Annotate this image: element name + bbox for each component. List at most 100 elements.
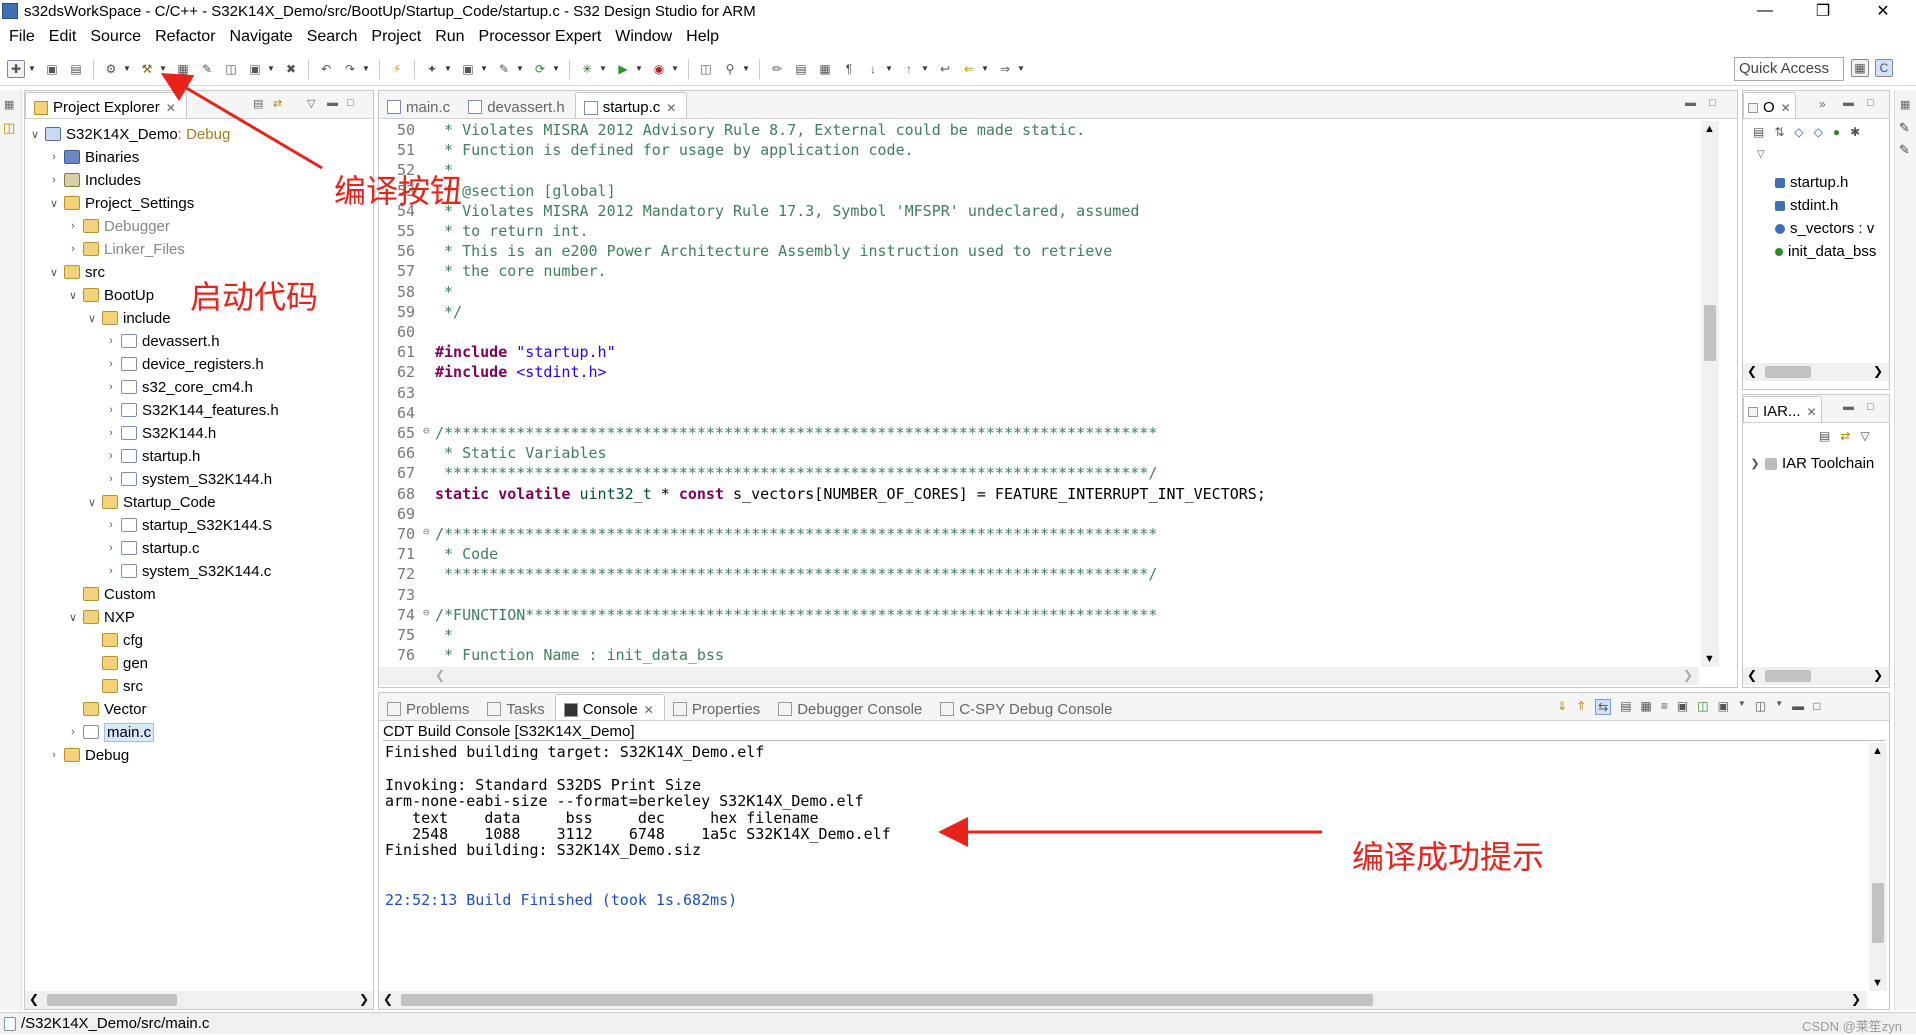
iar-h-scrollbar[interactable]: ❮ ❯ xyxy=(1743,667,1889,685)
menu-help[interactable]: Help xyxy=(679,28,726,46)
pin-console-icon[interactable]: ⇆ xyxy=(1595,699,1612,715)
open-perspective-icon[interactable]: ▦ xyxy=(1851,59,1869,77)
restore-icon[interactable]: ▦ xyxy=(1900,98,1910,111)
tree-item[interactable]: › s32_core_cm4.h xyxy=(105,376,253,398)
mark-occurrences-icon[interactable]: ▤ xyxy=(792,60,810,78)
quick-access-input[interactable]: Quick Access xyxy=(1734,57,1844,81)
undo-icon[interactable]: ↶ xyxy=(317,60,335,78)
scroll-right-icon[interactable]: ❯ xyxy=(1873,668,1883,682)
minimized-view-icon[interactable]: ✎ xyxy=(1899,120,1910,136)
editor-h-scrollbar[interactable]: ❮ ❯ xyxy=(379,667,1699,685)
tree-item[interactable]: › device_registers.h xyxy=(105,353,264,375)
minimize-icon[interactable]: ▬ xyxy=(1843,401,1854,413)
link-icon[interactable]: ⇄ xyxy=(1840,429,1850,443)
external-tools-icon[interactable]: ◉ xyxy=(650,60,668,78)
minimize-icon[interactable]: ▬ xyxy=(1843,97,1854,109)
collapse-icon[interactable]: ▤ xyxy=(1753,125,1764,139)
outline-item[interactable]: stdint.h xyxy=(1775,194,1876,217)
tab-tasks[interactable]: Tasks xyxy=(479,694,554,720)
block-select-icon[interactable]: ▦ xyxy=(816,60,834,78)
word-wrap-icon[interactable]: ▦ xyxy=(1641,699,1652,715)
view-menu-icon[interactable]: ▽ xyxy=(307,97,315,110)
chevron-down-icon[interactable]: ∨ xyxy=(67,289,79,302)
scroll-down-icon[interactable]: ▼ xyxy=(1872,977,1883,989)
back-dropdown-icon[interactable]: ▼ xyxy=(981,64,989,73)
tab-main-c[interactable]: main.c xyxy=(379,92,460,118)
chevron-right-icon[interactable]: › xyxy=(105,542,117,554)
prev-annotation-dropdown-icon[interactable]: ▼ xyxy=(921,64,929,73)
chevron-right-icon[interactable]: › xyxy=(105,473,117,485)
refresh-icon[interactable]: ⟳ xyxy=(531,60,549,78)
tree-item[interactable]: › system_S32K144.h xyxy=(105,468,272,490)
console-h-scrollbar[interactable]: ❮ ❯ xyxy=(379,991,1867,1009)
tab-iar[interactable]: IAR... ✕ xyxy=(1743,396,1822,422)
minimized-view-icon[interactable]: ✎ xyxy=(1899,142,1910,158)
tree-item[interactable]: › Linker_Files xyxy=(67,238,185,260)
menu-refactor[interactable]: Refactor xyxy=(148,28,222,46)
redo-icon[interactable]: ↷ xyxy=(341,60,359,78)
expand-arrow-icon[interactable]: ❯ xyxy=(1749,457,1761,470)
menu-navigate[interactable]: Navigate xyxy=(223,28,300,46)
tree-item[interactable]: src xyxy=(86,675,143,697)
tree-item[interactable]: ∨ S32K14X_Demo: Debug xyxy=(29,123,230,145)
menu-source[interactable]: Source xyxy=(83,28,148,46)
close-window-button[interactable]: ✕ xyxy=(1860,0,1906,22)
fold-toggle-icon[interactable]: ⊖ xyxy=(423,525,433,545)
external-tools-dropdown-icon[interactable]: ▼ xyxy=(671,64,679,73)
console-scroll-thumb[interactable] xyxy=(401,994,1373,1006)
run-dropdown-icon[interactable]: ▼ xyxy=(635,64,643,73)
close-icon[interactable]: ✕ xyxy=(1781,101,1791,115)
tree-item[interactable]: › startup.h xyxy=(105,445,200,467)
sort-icon[interactable]: ⇅ xyxy=(1774,125,1784,139)
back-icon[interactable]: ⇐ xyxy=(960,60,978,78)
scroll-right-icon[interactable]: ❯ xyxy=(359,992,369,1006)
save-icon[interactable]: ▣ xyxy=(43,60,61,78)
scroll-left-icon[interactable]: ❮ xyxy=(1747,668,1757,682)
skip-breakpoints-icon[interactable]: ✖ xyxy=(282,60,300,78)
menu-window[interactable]: Window xyxy=(608,28,679,46)
forward-icon[interactable]: ⇒ xyxy=(996,60,1014,78)
chevron-right-icon[interactable]: › xyxy=(48,749,60,761)
run-icon[interactable]: ▶ xyxy=(614,60,632,78)
chevron-down-icon[interactable]: ∨ xyxy=(67,611,79,624)
chevron-right-icon[interactable]: › xyxy=(48,174,60,186)
chevron-right-icon[interactable]: › xyxy=(67,220,79,232)
tree-item[interactable]: › main.c xyxy=(67,721,155,743)
hide-fields-icon[interactable]: ◇ xyxy=(1794,125,1803,139)
build-dropdown-icon[interactable]: ▼ xyxy=(159,64,167,73)
tree-item[interactable]: ∨ BootUp xyxy=(67,284,154,306)
new-console-icon[interactable]: ◫ xyxy=(1755,699,1766,715)
chevron-right-icon[interactable]: › xyxy=(105,358,117,370)
chevron-right-icon[interactable]: › xyxy=(105,519,117,531)
restore-icon[interactable]: ▦ xyxy=(4,98,14,111)
editor-v-scrollbar[interactable]: ▲ ▼ xyxy=(1701,121,1719,667)
editor-scroll-thumb[interactable] xyxy=(1704,305,1716,361)
new-class-icon[interactable]: ✎ xyxy=(198,60,216,78)
scroll-lock-icon[interactable]: ≡ xyxy=(1661,699,1668,715)
scroll-left-icon[interactable]: ❮ xyxy=(435,668,445,682)
menu-file[interactable]: File xyxy=(2,28,42,46)
tab-project-explorer[interactable]: Project Explorer ✕ xyxy=(25,92,187,118)
fold-toggle-icon[interactable]: ⊖ xyxy=(423,606,433,626)
tab-console[interactable]: Console ✕ xyxy=(554,694,665,720)
tree-item[interactable]: › S32K144.h xyxy=(105,422,216,444)
scroll-lock-down-icon[interactable]: ⇓ xyxy=(1557,699,1567,715)
minimized-view-icon[interactable]: ◫ xyxy=(3,120,15,136)
chevron-down-icon[interactable]: ∨ xyxy=(48,197,60,210)
maximize-icon[interactable]: □ xyxy=(1709,97,1716,109)
maximize-icon[interactable]: □ xyxy=(1813,699,1820,715)
tree-item[interactable]: › Includes xyxy=(48,169,141,191)
collapse-icon[interactable]: ▤ xyxy=(1819,429,1830,443)
menu-search[interactable]: Search xyxy=(300,28,365,46)
show-whitespace-icon[interactable]: ¶ xyxy=(840,60,858,78)
view-menu-icon[interactable]: ▽ xyxy=(1757,149,1765,160)
more-views-icon[interactable]: » xyxy=(1819,97,1826,111)
open-type-icon[interactable]: ◫ xyxy=(697,60,715,78)
tree-item[interactable]: › startup.c xyxy=(105,537,199,559)
maximize-icon[interactable]: □ xyxy=(1867,97,1874,109)
menu-processor-expert[interactable]: Processor Expert xyxy=(472,28,609,46)
chevron-right-icon[interactable]: › xyxy=(105,335,117,347)
scroll-up-icon[interactable]: ▲ xyxy=(1704,123,1715,135)
monitor-icon[interactable]: ▣ xyxy=(246,60,264,78)
scroll-right-icon[interactable]: ❯ xyxy=(1683,668,1693,682)
